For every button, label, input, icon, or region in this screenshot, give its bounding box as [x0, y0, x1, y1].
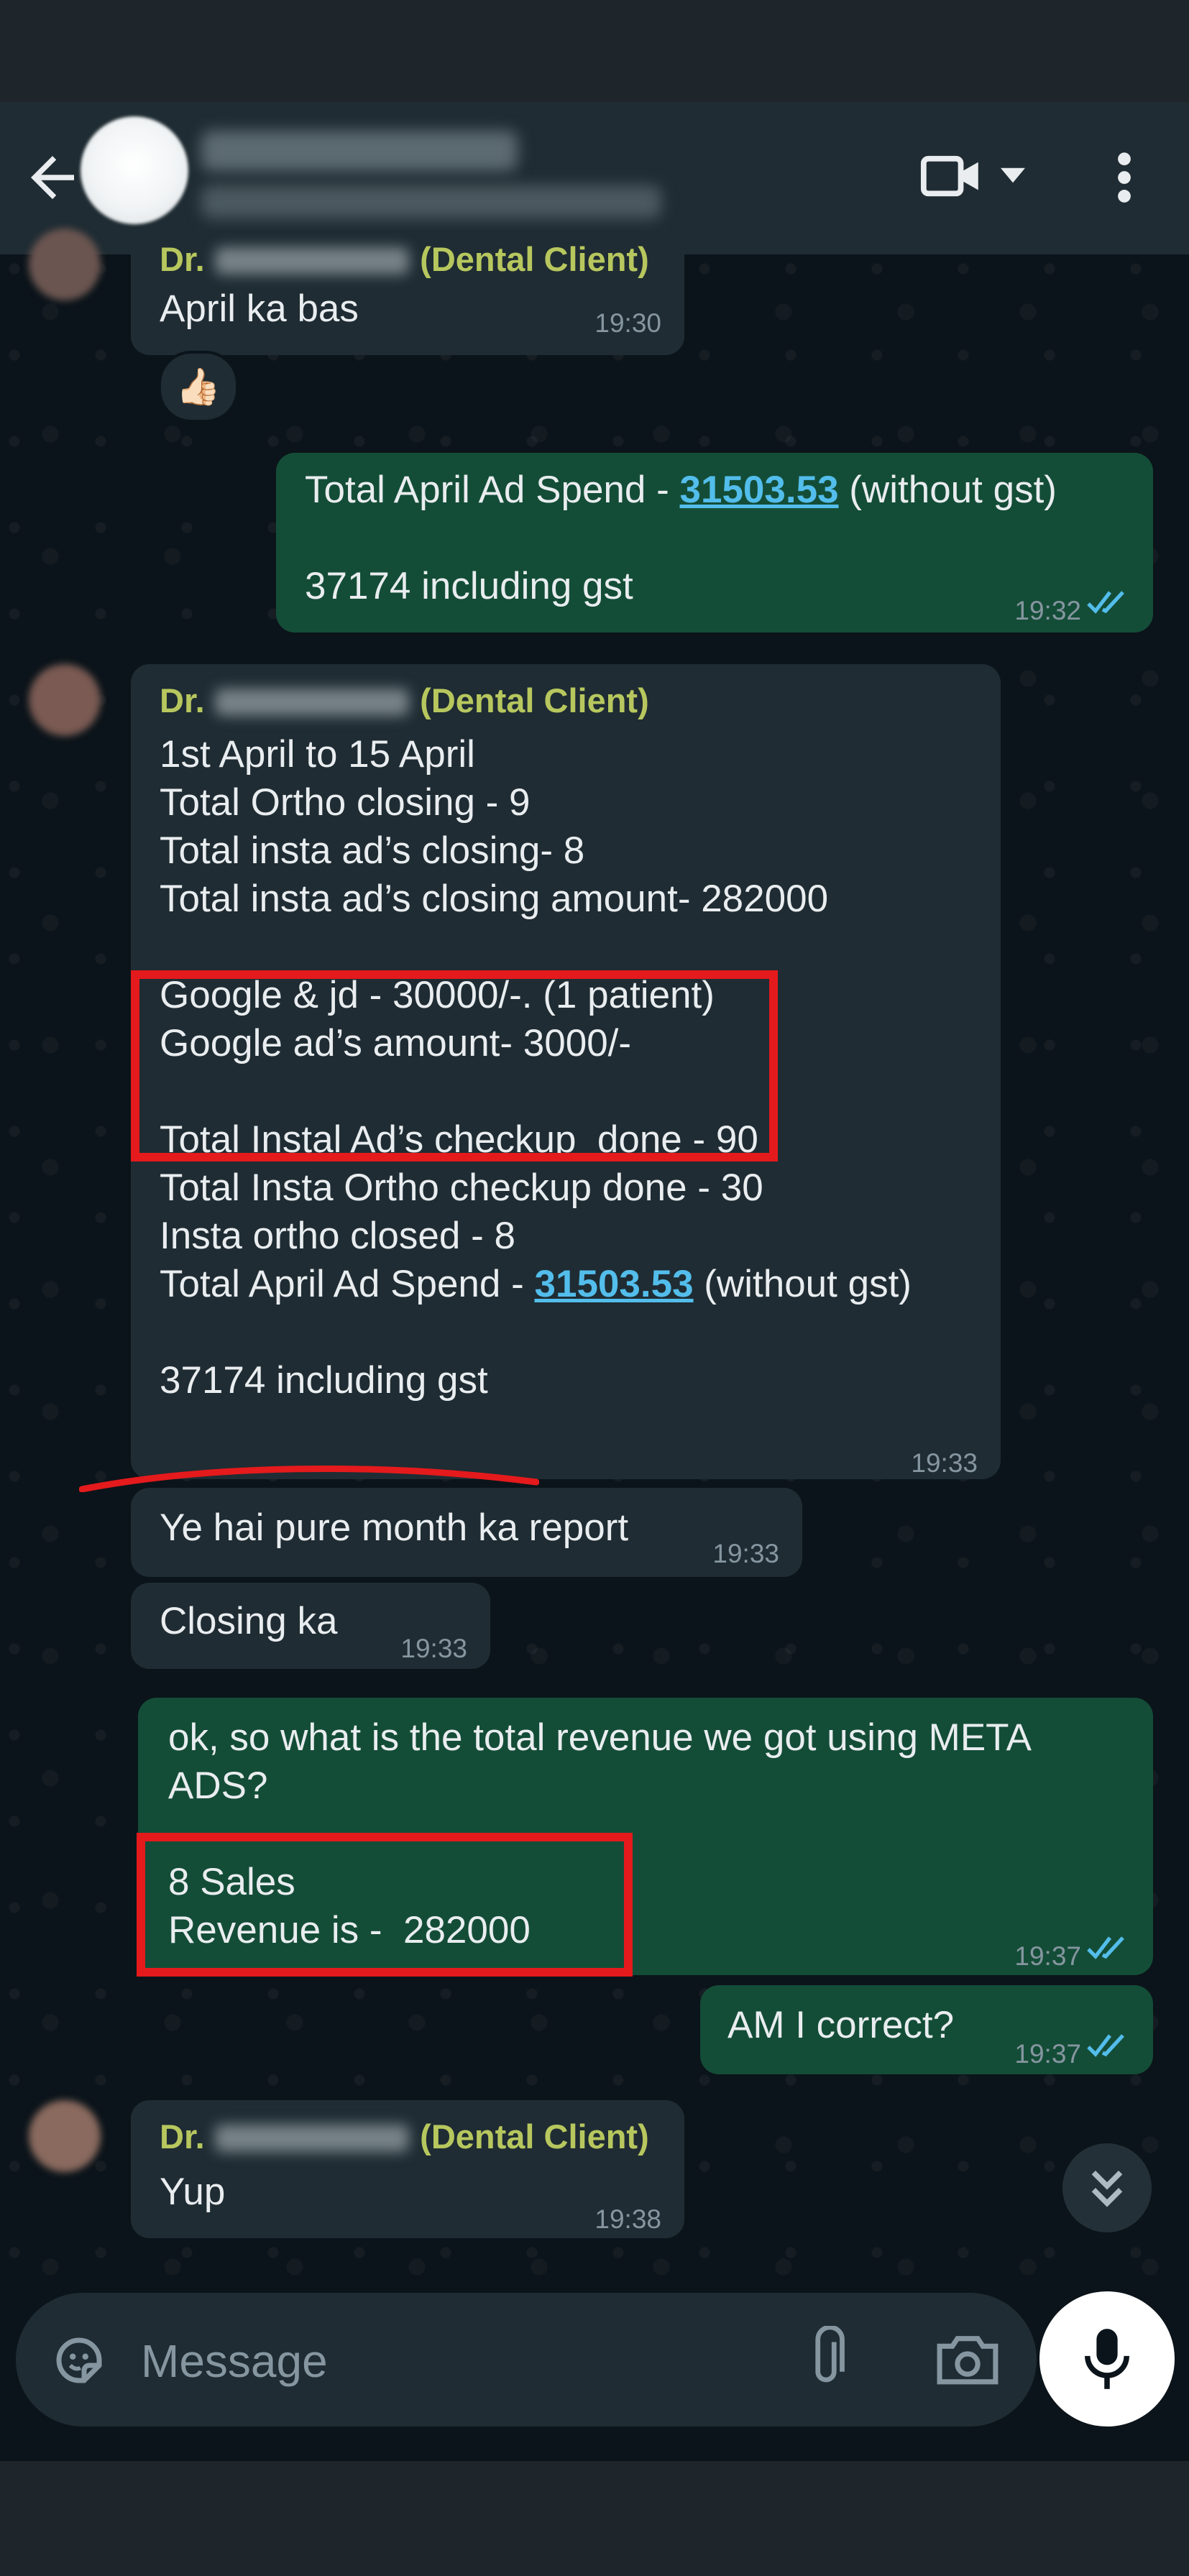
message-time: 19:37: [1014, 2039, 1081, 2069]
sender-role: (Dental Client): [420, 2117, 649, 2156]
message-text: AM I correct?: [727, 2004, 955, 2046]
message-text: Ye hai pure month ka report: [160, 1506, 629, 1549]
message-time: 19:32: [1014, 596, 1081, 625]
read-ticks-icon: [1087, 591, 1124, 614]
more-vert-icon[interactable]: [1111, 151, 1137, 204]
message-bubble-incoming[interactable]: Closing ka 19:33: [131, 1583, 490, 1669]
message-line: 1st April to 15 April: [160, 733, 475, 776]
annotation-red-box: [131, 970, 778, 1162]
sender-name-redacted: [215, 689, 410, 716]
message-line: Total April Ad Spend - 31503.53 (without…: [160, 1263, 912, 1305]
avatar[interactable]: [29, 2100, 101, 2172]
message-time: 19:33: [911, 1448, 978, 1478]
contact-subtitle-redacted[interactable]: [201, 185, 661, 218]
message-line-blank: [160, 923, 912, 971]
message-input-placeholder: Message: [141, 2335, 328, 2387]
read-ticks-icon: [1087, 2034, 1124, 2057]
message-time: 19:37: [1014, 1941, 1081, 1971]
sender-prefix: Dr.: [160, 2117, 205, 2156]
message-bubble-outgoing[interactable]: AM I correct? 19:37: [700, 1985, 1153, 2074]
message-bubble-incoming[interactable]: Dr. (Dental Client) April ka bas 19:30: [131, 230, 684, 355]
camera-icon[interactable]: [935, 2330, 1001, 2388]
message-text: April ka bas: [160, 288, 359, 330]
message-text: Yup: [160, 2171, 226, 2213]
amount-link[interactable]: 31503.53: [535, 1263, 694, 1305]
annotation-red-box: [137, 1833, 633, 1977]
double-chevron-down-icon: [1091, 2171, 1123, 2207]
message-time: 19:33: [400, 1634, 467, 1663]
amount-link[interactable]: 31503.53: [680, 469, 839, 511]
message-line: ADS?: [168, 1765, 268, 1807]
message-text-line2: 37174 including gst: [305, 565, 633, 607]
message-line-blank: [160, 1308, 912, 1356]
avatar[interactable]: [29, 229, 101, 300]
status-bar: [0, 0, 1189, 102]
message-time: 19:33: [712, 1539, 779, 1568]
arrow-left-icon[interactable]: [20, 145, 85, 210]
message-line: Total insta ad’s closing amount- 282000: [160, 878, 829, 920]
caret-down-icon[interactable]: [1001, 167, 1025, 184]
sender-name-redacted: [215, 247, 410, 275]
microphone-icon: [1085, 2329, 1129, 2389]
message-time: 19:30: [594, 308, 661, 338]
paperclip-icon[interactable]: [802, 2326, 850, 2391]
sender-name-redacted: [215, 2125, 410, 2152]
sender-role: (Dental Client): [420, 681, 649, 719]
avatar[interactable]: [29, 664, 101, 736]
voice-message-button[interactable]: [1039, 2291, 1175, 2426]
video-call-icon[interactable]: [920, 151, 981, 201]
emoji-sticker-icon[interactable]: [49, 2330, 109, 2391]
sender-role: (Dental Client): [420, 240, 649, 278]
sender-prefix: Dr.: [160, 240, 205, 278]
message-line: Total insta ad’s closing- 8: [160, 829, 585, 872]
contact-name-redacted[interactable]: [201, 131, 518, 171]
reaction-badge[interactable]: 👍🏻: [158, 351, 239, 423]
message-time: 19:38: [594, 2204, 661, 2234]
message-bubble-incoming[interactable]: Ye hai pure month ka report 19:33: [131, 1488, 802, 1577]
sender-prefix: Dr.: [160, 681, 205, 719]
message-line: Total Insta Ortho checkup done - 30: [160, 1167, 763, 1209]
contact-avatar[interactable]: [81, 116, 188, 224]
message-line: Total Ortho closing - 9: [160, 781, 531, 824]
message-line: 37174 including gst: [160, 1359, 488, 1402]
message-text: Total April Ad Spend - 31503.53 (without…: [305, 469, 1057, 511]
scroll-to-bottom-button[interactable]: [1062, 2143, 1152, 2232]
message-line: Insta ortho closed - 8: [160, 1215, 515, 1257]
system-navigation-bar: [0, 2461, 1189, 2576]
message-line: ok, so what is the total revenue we got …: [168, 1716, 1032, 1759]
message-bubble-outgoing[interactable]: Total April Ad Spend - 31503.53 (without…: [276, 453, 1153, 632]
message-bubble-incoming[interactable]: Dr. (Dental Client) Yup 19:38: [131, 2100, 684, 2238]
read-ticks-icon: [1087, 1936, 1124, 1959]
message-text: Closing ka: [160, 1600, 338, 1642]
